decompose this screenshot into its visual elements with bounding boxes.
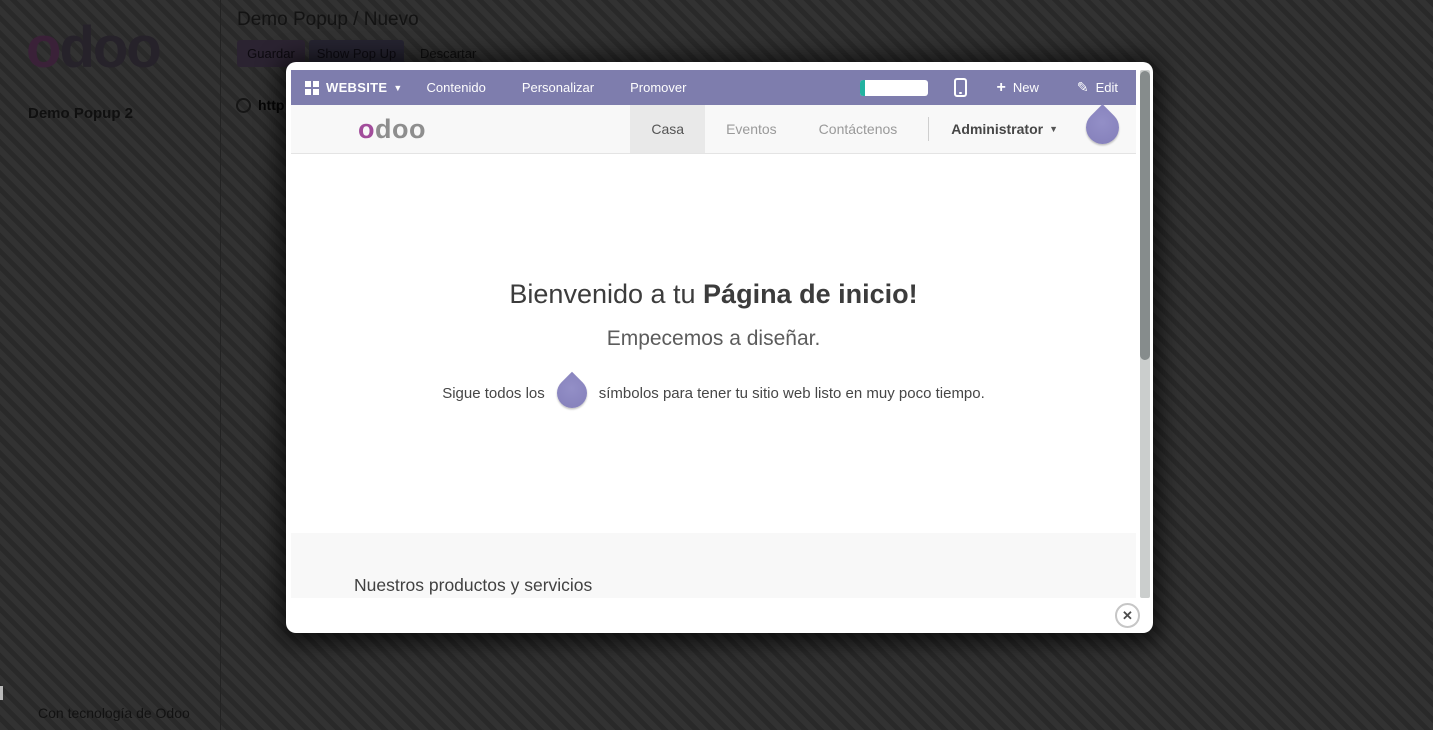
edit-button[interactable]: ✎ Edit [1077, 79, 1118, 96]
discard-button[interactable]: Descartar [420, 46, 476, 61]
edit-button-label: Edit [1096, 80, 1118, 95]
hero-subtitle: Empecemos a diseñar. [607, 327, 821, 351]
nav-tab-casa[interactable]: Casa [630, 105, 705, 153]
language-input[interactable] [860, 80, 928, 96]
plus-icon: + [997, 79, 1006, 97]
input-progress-cap [860, 80, 865, 96]
logo-letter: o [26, 15, 59, 80]
iframe-scrollbar-thumb[interactable] [1140, 71, 1150, 360]
homepage-hero-section: Bienvenido a tu Página de inicio! Empece… [291, 154, 1136, 533]
odoo-backend-logo: odoo [26, 14, 160, 81]
hint-text-before: Sigue todos los [442, 385, 545, 402]
menu-promover[interactable]: Promover [612, 80, 704, 95]
pencil-icon: ✎ [1077, 79, 1089, 96]
hero-title: Bienvenido a tu Página de inicio! [509, 279, 917, 310]
products-section-title: Nuestros productos y servicios [354, 575, 1136, 596]
tour-drop-indicator[interactable] [1079, 104, 1126, 151]
new-button-label: New [1013, 80, 1039, 95]
logo-letters: doo [375, 114, 426, 144]
site-navbar: odoo Casa Eventos Contáctenos Administra… [291, 105, 1136, 154]
grid-icon [305, 81, 319, 95]
drop-symbol-icon [551, 372, 593, 414]
hero-title-bold: Página de inicio! [703, 279, 918, 309]
background-panel-divider [220, 0, 221, 730]
new-page-button[interactable]: + New [997, 79, 1039, 97]
website-iframe: WEBSITE ▼ Contenido Personalizar Promove… [291, 70, 1150, 598]
chevron-down-icon: ▼ [393, 83, 402, 93]
hero-hint-line: Sigue todos los símbolos para tener tu s… [442, 378, 985, 408]
website-admin-toolbar: WEBSITE ▼ Contenido Personalizar Promove… [291, 70, 1136, 105]
site-logo[interactable]: odoo [358, 114, 426, 145]
iframe-scrollbar-track[interactable] [1140, 70, 1150, 598]
close-icon[interactable]: ✕ [1115, 603, 1140, 628]
menu-personalizar[interactable]: Personalizar [504, 80, 612, 95]
radio-button[interactable] [236, 98, 251, 113]
nav-tab-eventos[interactable]: Eventos [705, 105, 798, 153]
menu-contenido[interactable]: Contenido [409, 80, 504, 95]
website-preview-dialog: WEBSITE ▼ Contenido Personalizar Promove… [286, 62, 1153, 633]
user-menu-label: Administrator [951, 121, 1043, 137]
website-menu-label: WEBSITE [326, 80, 387, 95]
chevron-down-icon: ▼ [1049, 124, 1058, 134]
powered-by-odoo: Con tecnología de Odoo [38, 705, 190, 721]
nav-divider [928, 117, 929, 141]
nav-tab-contactenos[interactable]: Contáctenos [798, 105, 919, 153]
products-section: Nuestros productos y servicios [291, 533, 1136, 598]
breadcrumb: Demo Popup / Nuevo [237, 9, 419, 31]
background-form-edge [0, 686, 3, 700]
mobile-preview-icon[interactable] [954, 78, 967, 97]
hint-text-after: símbolos para tener tu sitio web listo e… [599, 385, 985, 402]
logo-letter: o [358, 114, 375, 144]
website-menu-button[interactable]: WEBSITE ▼ [305, 80, 409, 95]
logo-letters: doo [59, 15, 159, 80]
record-list-item[interactable]: Demo Popup 2 [28, 105, 133, 122]
user-menu[interactable]: Administrator ▼ [939, 105, 1066, 153]
hero-title-normal: Bienvenido a tu [509, 279, 703, 309]
